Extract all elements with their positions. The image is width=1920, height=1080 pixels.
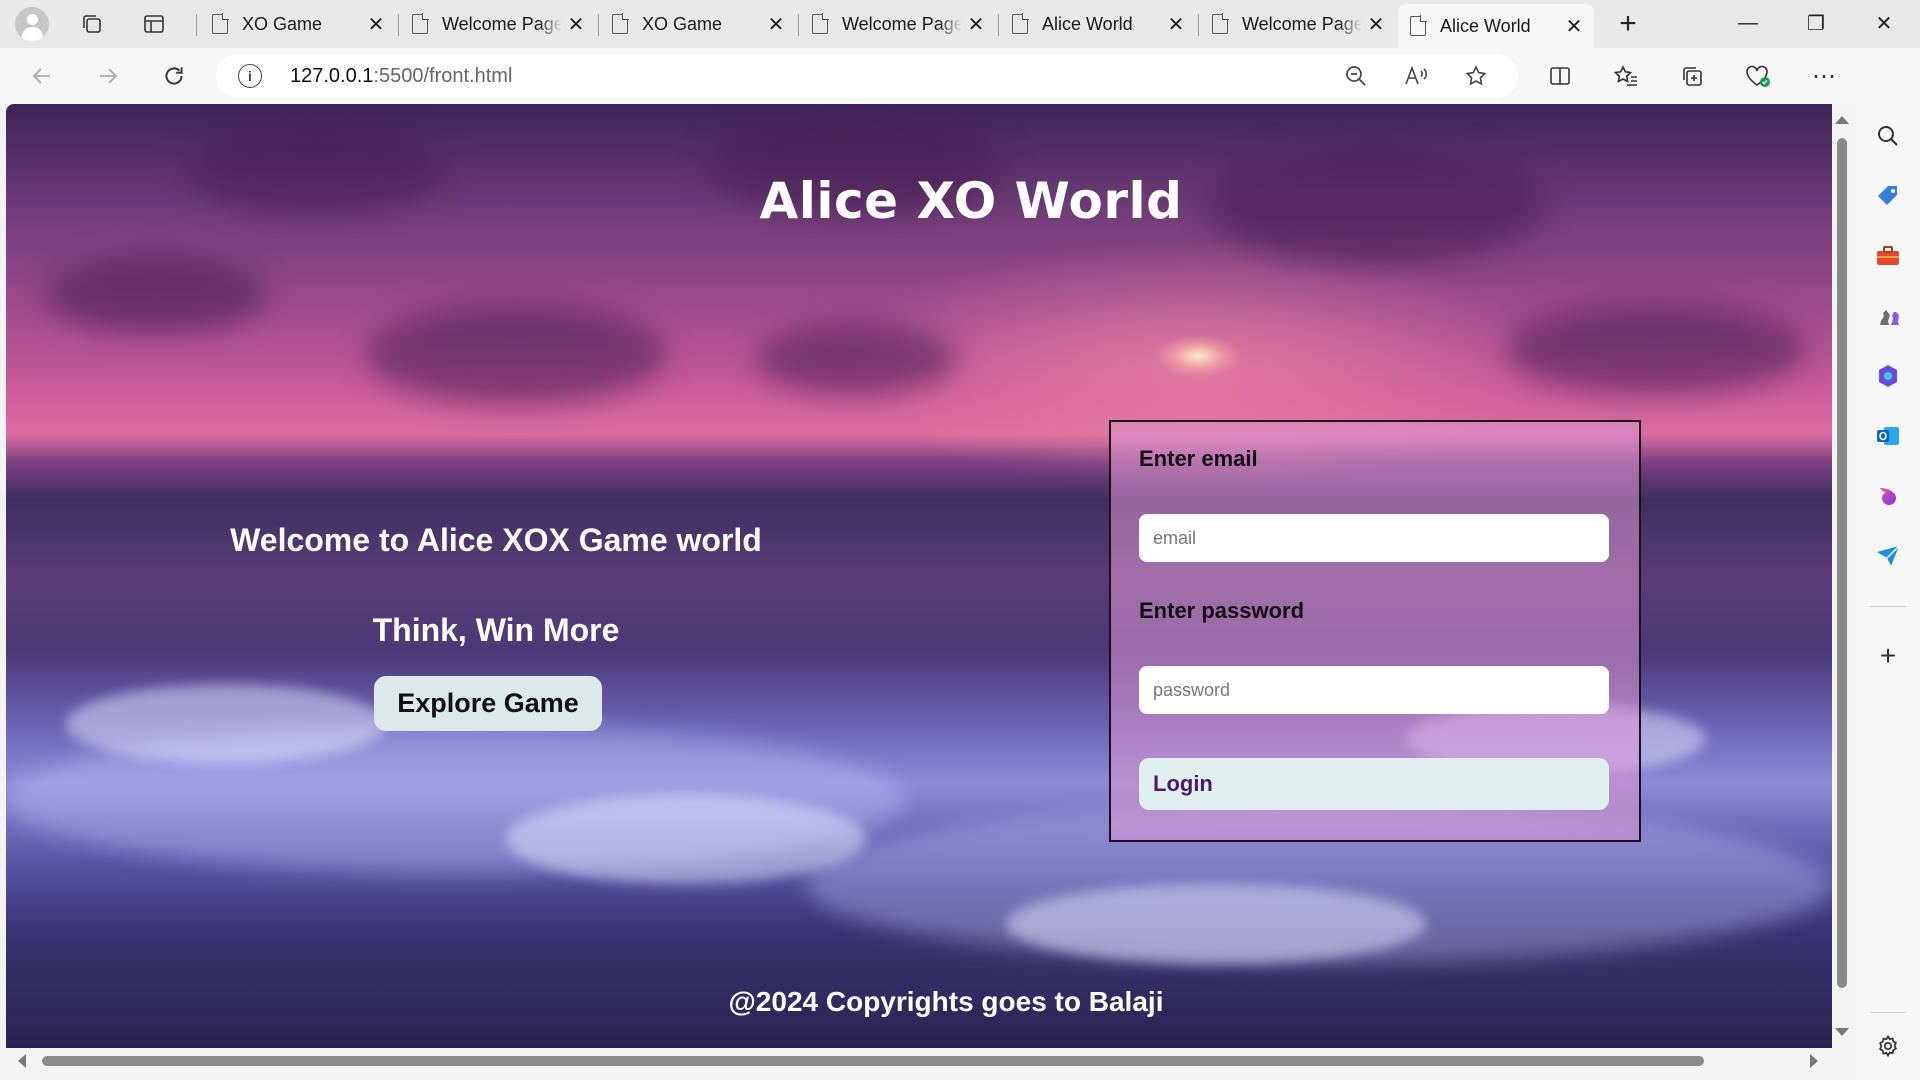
page-title: Alice XO World [759,172,1183,230]
back-icon[interactable] [22,56,62,96]
favorite-star-icon[interactable] [1460,60,1492,92]
scroll-right-arrow-icon[interactable] [1810,1054,1818,1068]
cloud [1506,304,1806,394]
drop-icon[interactable] [1868,476,1908,516]
url-path: :5500/front.html [373,65,513,87]
scroll-down-arrow-icon[interactable] [1835,1028,1849,1036]
split-screen-icon[interactable] [1540,56,1580,96]
tab-welcome-page-1[interactable]: Welcome Page ✕ [400,6,596,42]
send-icon[interactable] [1868,536,1908,576]
address-bar[interactable]: i 127.0.0.1:5500/front.html [216,54,1518,98]
vertical-scroll-thumb[interactable] [1837,138,1847,988]
password-placeholder: password [1153,679,1231,700]
vertical-scrollbar[interactable] [1832,104,1852,1048]
read-aloud-icon[interactable] [1400,60,1432,92]
page-icon [1012,13,1029,34]
close-tab-icon[interactable]: ✕ [962,10,990,38]
new-tab-button[interactable]: + [1608,4,1648,44]
browser-essentials-icon[interactable] [1738,56,1778,96]
zoom-out-icon[interactable] [1340,60,1372,92]
page-icon [1212,13,1229,34]
scroll-left-arrow-icon[interactable] [18,1054,26,1068]
close-tab-icon[interactable]: ✕ [1362,10,1390,38]
sidebar-divider [1870,1012,1906,1013]
vertical-tabs-icon[interactable] [134,4,174,44]
page-viewport: Alice XO World Welcome to Alice XOX Game… [6,104,1832,1048]
tagline: Think, Win More [372,612,620,648]
restore-button[interactable]: ❐ [1782,0,1850,46]
wave-spray [506,794,866,884]
chess-icon[interactable] [1868,296,1908,336]
page-icon [1410,15,1427,36]
add-icon[interactable]: + [1868,636,1908,676]
tab-title: Alice World [1440,15,1531,36]
tab-title: Welcome Page [1242,13,1362,34]
forward-icon[interactable] [88,56,128,96]
email-placeholder: email [1153,527,1197,548]
copilot-app-icon[interactable] [1868,356,1908,396]
outlook-icon[interactable] [1868,416,1908,456]
page-icon [412,13,429,34]
tab-welcome-page-2[interactable]: Welcome Page ✕ [800,6,996,42]
wave-spray [66,684,386,764]
tab-alice-world-active[interactable]: Alice World ✕ [1398,4,1594,48]
minimize-button[interactable]: — [1714,0,1782,46]
tab-welcome-page-3[interactable]: Welcome Page ✕ [1200,6,1396,42]
close-tab-icon[interactable]: ✕ [1560,12,1588,40]
page-icon [612,13,629,34]
tag-icon[interactable] [1868,176,1908,216]
wave-spray [1006,884,1426,964]
tab-xo-game-1[interactable]: XO Game ✕ [200,6,396,42]
email-field[interactable]: email [1139,514,1609,562]
edge-sidebar: + [1856,48,1920,1080]
explore-game-button[interactable]: Explore Game [374,676,602,731]
cloud [46,254,266,334]
url-text[interactable]: 127.0.0.1:5500/front.html [290,65,512,88]
favorites-icon[interactable] [1606,56,1646,96]
footer-copyright: @2024 Copyrights goes to Balaji [728,986,1164,1017]
close-tab-icon[interactable]: ✕ [762,10,790,38]
tab-strip: XO Game ✕ Welcome Page ✕ XO Game ✕ Welco… [0,0,1920,48]
more-menu-icon[interactable]: ⋯ [1804,56,1844,96]
scroll-up-arrow-icon[interactable] [1835,116,1849,124]
tab-xo-game-2[interactable]: XO Game ✕ [600,6,796,42]
workspaces-icon[interactable] [72,4,112,44]
url-host: 127.0.0.1 [290,65,374,87]
browser-toolbar: i 127.0.0.1:5500/front.html ⋯ [0,48,1920,104]
tab-title: Welcome Page [842,13,962,34]
login-button[interactable]: Login [1139,758,1609,810]
tab-alice-world-1[interactable]: Alice World ✕ [1000,6,1196,42]
site-info-icon[interactable]: i [238,64,262,88]
sidebar-divider [1870,606,1906,607]
welcome-heading: Welcome to Alice XOX Game world [230,522,762,558]
avatar [15,7,49,41]
cloud [366,304,666,404]
collections-icon[interactable] [1672,56,1712,96]
refresh-icon[interactable] [154,56,194,96]
login-form: Enter email email Enter password passwor… [1109,420,1641,842]
horizontal-scrollbar[interactable] [6,1050,1832,1072]
profile-button[interactable] [12,6,52,42]
tab-title: Alice World [1042,13,1133,34]
password-field[interactable]: password [1139,666,1609,714]
close-tab-icon[interactable]: ✕ [362,10,390,38]
close-window-button[interactable]: ✕ [1850,0,1918,46]
page-icon [212,13,229,34]
tab-title: XO Game [242,13,323,34]
tab-title: Welcome Page [442,13,562,34]
close-tab-icon[interactable]: ✕ [562,10,590,38]
page-icon [812,13,829,34]
close-tab-icon[interactable]: ✕ [1162,10,1190,38]
horizontal-scroll-thumb[interactable] [42,1056,1704,1066]
email-label: Enter email [1139,446,1258,471]
briefcase-icon[interactable] [1868,236,1908,276]
settings-icon[interactable] [1868,1026,1908,1066]
cloud [756,324,956,394]
search-icon[interactable] [1868,116,1908,156]
password-label: Enter password [1139,598,1305,623]
tab-title: XO Game [642,13,723,34]
